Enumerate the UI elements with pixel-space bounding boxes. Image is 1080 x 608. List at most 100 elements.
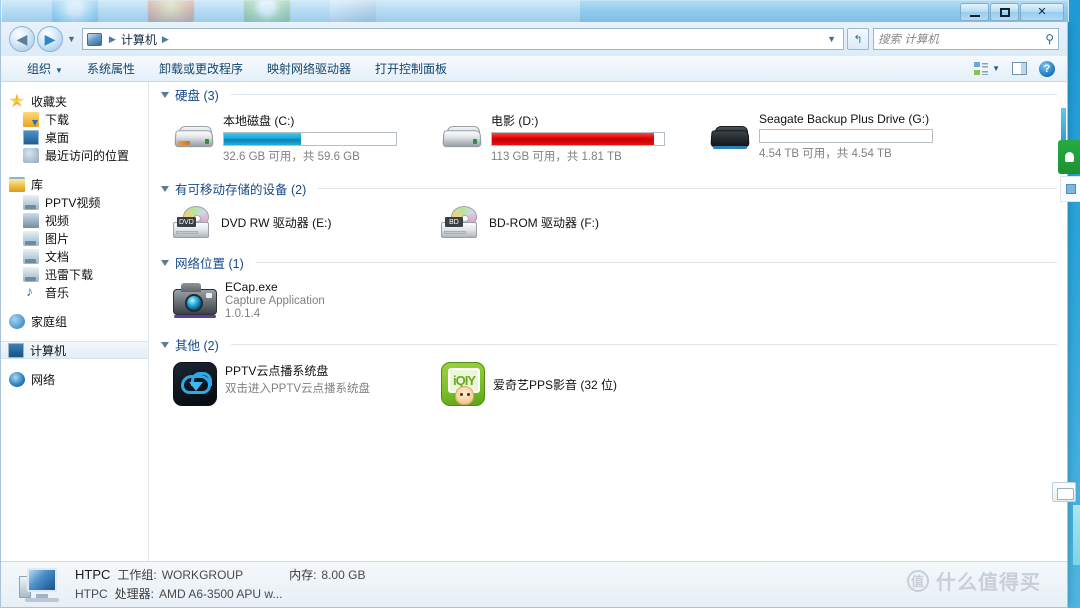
content-area: 收藏夹 下载 桌面 最近访问的位置 库 PPTV视频 视频 图片 文档 迅雷下载…	[1, 82, 1067, 561]
bd-badge: BD	[445, 217, 463, 227]
breadcrumb-separator-tail[interactable]: ▶	[160, 34, 171, 45]
item-version: 1.0.1.4	[225, 308, 261, 320]
toolbar-item-organize[interactable]: 组织 ▼	[15, 57, 75, 80]
drive-tile-g[interactable]: Seagate Backup Plus Drive (G:) 4.54 TB 可…	[709, 108, 1009, 170]
section-other: 其他 (2) PPTV云点播系统盘 双击进入PPTV云点播系统盘 iQIY 爱奇…	[149, 332, 1067, 418]
drive-tile-d[interactable]: 电影 (D:) 113 GB 可用，共 1.81 TB	[441, 108, 709, 170]
homegroup-icon	[9, 313, 25, 329]
title-bar[interactable]: ✕	[1, 0, 1069, 22]
drive-name: Seagate Backup Plus Drive (G:)	[759, 112, 930, 126]
sidebar-item-xunlei-downloads[interactable]: 迅雷下载	[1, 265, 148, 283]
desktop-gadget[interactable]	[1060, 176, 1080, 202]
pptv-cloud-icon	[173, 362, 217, 406]
pictures-library-icon	[23, 230, 39, 246]
drive-name: 电影 (D:)	[491, 114, 539, 128]
close-button[interactable]: ✕	[1020, 3, 1064, 21]
preview-pane-button[interactable]	[1008, 60, 1031, 77]
navigation-pane[interactable]: 收藏夹 下载 桌面 最近访问的位置 库 PPTV视频 视频 图片 文档 迅雷下载…	[1, 82, 149, 561]
collapse-triangle-icon[interactable]	[161, 260, 169, 266]
forward-button[interactable]: ▶	[37, 26, 63, 52]
help-icon: ?	[1039, 60, 1055, 77]
sidebar-item-network[interactable]: 网络	[1, 370, 148, 388]
nav-group-homegroup: 家庭组	[1, 312, 148, 330]
processor-value: AMD A6-3500 APU w...	[159, 587, 283, 602]
preview-pane-icon	[1012, 62, 1027, 75]
toolbar-item-map-network-drive[interactable]: 映射网络驱动器	[255, 57, 363, 80]
other-item-iqiyi[interactable]: iQIY 爱奇艺PPS影音 (32 位)	[441, 358, 709, 412]
sidebar-label: 计算机	[30, 343, 67, 358]
help-button[interactable]: ?	[1035, 59, 1059, 79]
sidebar-item-recent-places[interactable]: 最近访问的位置	[1, 146, 148, 164]
hard-drive-icon	[441, 112, 483, 164]
sidebar-label: 库	[31, 177, 44, 192]
refresh-button[interactable]: ↰	[847, 28, 869, 50]
sidebar-label: 下载	[45, 112, 70, 127]
network-item-ecap[interactable]: ECap.exe Capture Application 1.0.1.4	[173, 276, 441, 326]
desktop-folder-fragment[interactable]	[1052, 482, 1076, 502]
sidebar-item-computer[interactable]: 计算机	[1, 341, 148, 359]
change-view-button[interactable]: ▼	[970, 60, 1004, 77]
tile-list: PPTV云点播系统盘 双击进入PPTV云点播系统盘 iQIY 爱奇艺PPS影音 …	[157, 356, 1067, 418]
sidebar-item-homegroup[interactable]: 家庭组	[1, 312, 148, 330]
sidebar-item-libraries[interactable]: 库	[1, 175, 148, 193]
dvd-badge: DVD	[177, 217, 196, 227]
collapse-triangle-icon[interactable]	[161, 92, 169, 98]
drive-tile-c[interactable]: 本地磁盘 (C:) 32.6 GB 可用，共 59.6 GB	[173, 108, 441, 170]
tile-list: 本地磁盘 (C:) 32.6 GB 可用，共 59.6 GB 电影 (D:) 1…	[157, 106, 1067, 176]
section-removable-storage: 有可移动存储的设备 (2) DVD DVD RW 驱动器 (E:) BD BD-…	[149, 176, 1067, 250]
section-header[interactable]: 网络位置 (1)	[157, 250, 1067, 274]
section-title: 硬盘 (3)	[175, 88, 219, 103]
sidebar-item-favorites[interactable]: 收藏夹	[1, 92, 148, 110]
bd-drive-icon: BD	[441, 206, 481, 238]
sidebar-label: 家庭组	[31, 314, 68, 329]
chevron-down-icon: ▼	[55, 66, 63, 75]
collapse-triangle-icon[interactable]	[161, 342, 169, 348]
sidebar-item-music[interactable]: 音乐	[1, 283, 148, 301]
drive-name: 本地磁盘 (C:)	[223, 114, 295, 128]
music-note-icon	[23, 283, 39, 300]
network-icon	[9, 371, 25, 387]
capacity-bar	[223, 132, 397, 146]
breadcrumb[interactable]: ▶ 计算机 ▶ ▼	[81, 28, 844, 50]
sidebar-label: 最近访问的位置	[45, 148, 130, 163]
search-input[interactable]: 搜索 计算机 ⚲	[873, 28, 1059, 50]
breadcrumb-path[interactable]: 计算机	[121, 31, 157, 48]
sidebar-item-pptv-video[interactable]: PPTV视频	[1, 193, 148, 211]
section-title: 有可移动存储的设备 (2)	[175, 182, 307, 197]
desktop-fragment-strip-2	[1073, 505, 1080, 565]
minimize-button[interactable]	[960, 3, 989, 21]
chevron-down-icon[interactable]: ▼	[827, 34, 839, 44]
section-header[interactable]: 硬盘 (3)	[157, 82, 1067, 106]
drive-capacity-text: 4.54 TB 可用，共 4.54 TB	[759, 148, 892, 160]
status-row-1: HTPC 工作组: WORKGROUP 内存: 8.00 GB	[75, 565, 365, 585]
section-header[interactable]: 有可移动存储的设备 (2)	[157, 176, 1067, 200]
maximize-button[interactable]	[990, 3, 1019, 21]
history-dropdown-icon[interactable]: ▼	[67, 34, 76, 44]
toolbar-item-open-control-panel[interactable]: 打开控制面板	[363, 57, 459, 80]
search-icon[interactable]: ⚲	[1045, 32, 1054, 46]
toolbar-item-system-properties[interactable]: 系统属性	[75, 57, 147, 80]
external-drive-icon	[709, 112, 751, 164]
drive-tile-f[interactable]: BD BD-ROM 驱动器 (F:)	[441, 202, 709, 244]
item-description: 双击进入PPTV云点播系统盘	[225, 383, 371, 395]
documents-library-icon	[23, 248, 39, 264]
sidebar-item-desktop[interactable]: 桌面	[1, 128, 148, 146]
items-view[interactable]: 硬盘 (3) 本地磁盘 (C:) 32.6 GB 可用，共 59.6 GB 电影…	[149, 82, 1067, 561]
sidebar-item-documents[interactable]: 文档	[1, 247, 148, 265]
item-name: 爱奇艺PPS影音 (32 位)	[493, 377, 618, 392]
toolbar-item-uninstall-program[interactable]: 卸载或更改程序	[147, 57, 255, 80]
other-item-pptv[interactable]: PPTV云点播系统盘 双击进入PPTV云点播系统盘	[173, 358, 441, 412]
drive-capacity-text: 32.6 GB 可用，共 59.6 GB	[223, 151, 360, 163]
notification-widget[interactable]	[1058, 140, 1080, 174]
nav-group-network: 网络	[1, 370, 148, 388]
command-toolbar: 组织 ▼ 系统属性 卸载或更改程序 映射网络驱动器 打开控制面板 ▼ ?	[1, 56, 1067, 82]
sidebar-item-pictures[interactable]: 图片	[1, 229, 148, 247]
sidebar-item-videos[interactable]: 视频	[1, 211, 148, 229]
sidebar-item-downloads[interactable]: 下载	[1, 110, 148, 128]
back-button[interactable]: ◀	[9, 26, 35, 52]
computer-icon	[86, 32, 102, 46]
capacity-bar	[759, 129, 933, 143]
section-header[interactable]: 其他 (2)	[157, 332, 1067, 356]
drive-tile-e[interactable]: DVD DVD RW 驱动器 (E:)	[173, 202, 441, 244]
collapse-triangle-icon[interactable]	[161, 186, 169, 192]
